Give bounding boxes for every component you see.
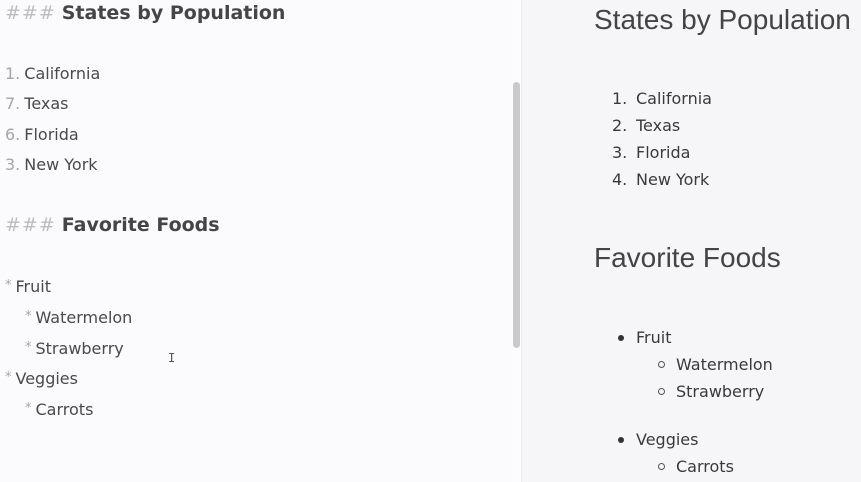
list-text: Texas bbox=[24, 94, 69, 113]
editor-heading-foods: ### Favorite Foods bbox=[5, 214, 220, 236]
list-text: Watermelon bbox=[35, 308, 133, 327]
bullet-disc bbox=[618, 437, 624, 443]
bullet-marker: * bbox=[25, 340, 32, 355]
list-text: Strawberry bbox=[35, 339, 124, 358]
list-text: California bbox=[636, 89, 712, 108]
list-text: Veggies bbox=[636, 430, 699, 449]
editor-bullet-item: * Carrots bbox=[25, 400, 93, 419]
bullet-disc bbox=[618, 335, 624, 341]
bullet-marker: * bbox=[25, 401, 32, 416]
preview-bullet-item: Strawberry bbox=[658, 382, 764, 401]
heading-hash-marks: ### bbox=[5, 2, 56, 24]
preview-list-item: 4. New York bbox=[612, 170, 709, 189]
preview-bullet-item: Watermelon bbox=[658, 355, 773, 374]
bullet-marker: * bbox=[5, 370, 12, 385]
editor-list-item: 6. Florida bbox=[5, 125, 79, 144]
list-text: Carrots bbox=[676, 457, 734, 476]
heading-text: States by Population bbox=[61, 2, 286, 24]
markdown-editor[interactable]: ### States by Population 1. California 7. T… bbox=[0, 0, 512, 482]
list-number: 1. bbox=[5, 64, 21, 83]
markdown-preview: States by Population 1. California 2. Texa… bbox=[521, 0, 861, 482]
editor-bullet-item: * Strawberry bbox=[25, 339, 124, 358]
text-cursor-icon: I bbox=[168, 351, 176, 365]
editor-bullet-item: * Veggies bbox=[5, 369, 78, 388]
bullet-circle bbox=[658, 361, 665, 368]
preview-list-item: 3. Florida bbox=[612, 143, 690, 162]
editor-scrollbar[interactable] bbox=[513, 82, 520, 348]
list-number: 4. bbox=[612, 170, 628, 189]
list-text: New York bbox=[636, 170, 710, 189]
heading-text: Favorite Foods bbox=[61, 214, 220, 236]
list-text: Strawberry bbox=[676, 382, 765, 401]
list-text: Fruit bbox=[636, 328, 672, 347]
preview-list-item: 1. California bbox=[612, 89, 712, 108]
preview-list-item: 2. Texas bbox=[612, 116, 680, 135]
bullet-marker: * bbox=[25, 309, 32, 324]
list-number: 6. bbox=[5, 125, 21, 144]
list-text: California bbox=[24, 64, 101, 83]
editor-list-item: 1. California bbox=[5, 64, 100, 83]
list-text: Watermelon bbox=[676, 355, 773, 374]
editor-heading-states: ### States by Population bbox=[5, 2, 285, 24]
editor-list-item: 7. Texas bbox=[5, 94, 69, 113]
bullet-circle bbox=[658, 463, 665, 470]
list-text: Florida bbox=[636, 143, 691, 162]
list-text: Carrots bbox=[35, 400, 94, 419]
list-number: 2. bbox=[612, 116, 628, 135]
editor-list-item: 3. New York bbox=[5, 155, 98, 174]
preview-bullet-item: Fruit bbox=[618, 328, 671, 347]
list-number: 3. bbox=[5, 155, 21, 174]
editor-bullet-item: * Watermelon bbox=[25, 308, 132, 327]
list-text: Florida bbox=[24, 125, 79, 144]
list-number: 1. bbox=[612, 89, 628, 108]
list-text: Veggies bbox=[15, 369, 78, 388]
list-text: Fruit bbox=[15, 277, 51, 296]
preview-heading-foods: Favorite Foods bbox=[594, 242, 781, 273]
preview-bullet-item: Carrots bbox=[658, 457, 734, 476]
bullet-circle bbox=[658, 388, 665, 395]
list-text: New York bbox=[24, 155, 98, 174]
heading-hash-marks: ### bbox=[5, 214, 56, 236]
list-text: Texas bbox=[636, 116, 681, 135]
bullet-marker: * bbox=[5, 278, 12, 293]
preview-heading-states: States by Population bbox=[594, 4, 851, 35]
list-number: 3. bbox=[612, 143, 628, 162]
preview-bullet-item: Veggies bbox=[618, 430, 698, 449]
list-number: 7. bbox=[5, 94, 21, 113]
editor-bullet-item: * Fruit bbox=[5, 277, 51, 296]
